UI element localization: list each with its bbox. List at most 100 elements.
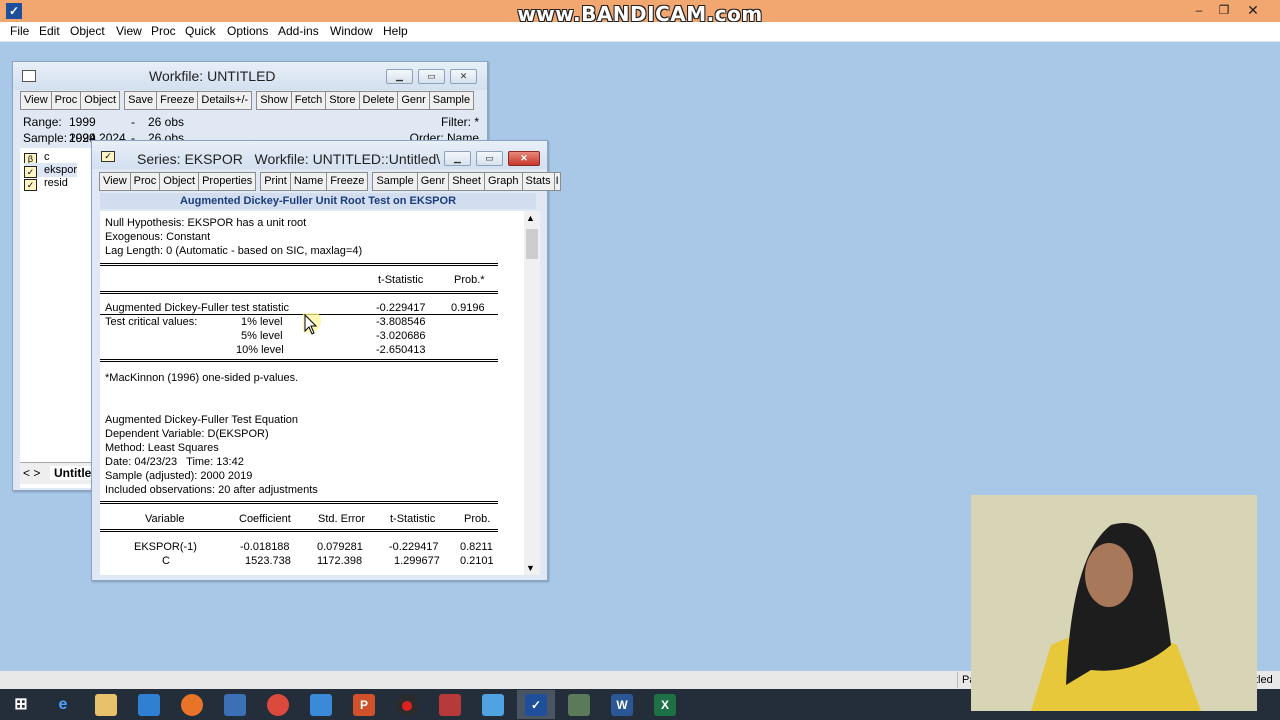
chrome-icon[interactable] [267, 694, 289, 716]
s-object-button[interactable]: Object [159, 172, 200, 191]
eviews-icon[interactable]: ✓ [525, 694, 547, 716]
workfile-maximize-button[interactable]: ▭ [418, 69, 445, 84]
workfile-toolbar: View Proc Object Save Freeze Details+/- … [20, 91, 475, 110]
s-print-button[interactable]: Print [260, 172, 291, 191]
wf-delete-button[interactable]: Delete [358, 91, 399, 110]
reg-cell: -0.229417 [389, 541, 439, 553]
adf-label: Augmented Dickey-Fuller test statistic [105, 302, 290, 314]
object-ekspor[interactable]: ✓ ekspor [24, 163, 78, 178]
app-icon[interactable] [482, 694, 504, 716]
sample-label: Sample: [23, 131, 68, 145]
s-sheet-button[interactable]: Sheet [448, 172, 485, 191]
series-minimize-button[interactable]: ▁ [444, 151, 471, 166]
file-explorer-icon[interactable] [95, 694, 117, 716]
wf-fetch-button[interactable]: Fetch [290, 91, 327, 110]
reg-header-tstat: t-Statistic [390, 513, 436, 525]
menubar: File Edit Object View Proc Quick Options… [0, 22, 1280, 42]
workfile-page-tabs: < > Untitled [20, 462, 103, 484]
range-obs: 26 obs [148, 115, 185, 129]
range-label: Range: [23, 115, 62, 129]
app-icon[interactable] [138, 694, 160, 716]
app-icon[interactable] [310, 694, 332, 716]
app-icon[interactable] [224, 694, 246, 716]
series-maximize-button[interactable]: ▭ [476, 151, 503, 166]
series-titlebar[interactable]: ✓ Series: EKSPOR Workfile: UNTITLED::Unt… [92, 141, 547, 169]
menu-window[interactable]: Window [330, 24, 373, 38]
wf-show-button[interactable]: Show [256, 91, 292, 110]
internet-explorer-icon[interactable]: e [52, 694, 74, 716]
s-properties-button[interactable]: Properties [198, 172, 257, 191]
workfile-close-button[interactable]: ✕ [450, 69, 477, 84]
s-freeze-button[interactable]: Freeze [326, 172, 369, 191]
s-graph-button[interactable]: Graph [483, 172, 523, 191]
wf-freeze-button[interactable]: Freeze [156, 91, 199, 110]
reg-header-prob: Prob. [464, 513, 491, 525]
menu-addins[interactable]: Add-ins [278, 24, 319, 38]
s-sample-button[interactable]: Sample [372, 172, 418, 191]
webcam-overlay [971, 495, 1257, 711]
s-name-button[interactable]: Name [289, 172, 328, 191]
app-icon[interactable] [439, 694, 461, 716]
object-name: ekspor [44, 164, 78, 176]
mouse-cursor-icon [303, 313, 321, 335]
menu-view[interactable]: View [116, 24, 142, 38]
reg-cell: -0.018188 [240, 541, 290, 553]
vertical-scrollbar[interactable]: ▲ ▼ [524, 211, 540, 575]
s-genr-button[interactable]: Genr [416, 172, 450, 191]
workfile-title: Workfile: UNTITLED [149, 68, 276, 84]
workfile-titlebar[interactable]: Workfile: UNTITLED ▁ ▭ ✕ [13, 62, 487, 90]
app-close-button[interactable]: ✕ [1240, 0, 1266, 20]
series-icon: ✓ [101, 151, 115, 162]
scroll-thumb[interactable] [526, 229, 538, 259]
workfile-icon [22, 70, 36, 82]
wf-store-button[interactable]: Store [325, 91, 360, 110]
menu-edit[interactable]: Edit [39, 24, 60, 38]
wf-genr-button[interactable]: Genr [397, 91, 430, 110]
wf-save-button[interactable]: Save [124, 91, 158, 110]
excel-icon[interactable]: X [654, 694, 676, 716]
workfile-object-list: βc ✓ ekspor ✓ resid [20, 148, 94, 488]
series-title: Series: EKSPOR Workfile: UNTITLED::Untit… [137, 151, 441, 167]
wf-object-button[interactable]: Object [80, 91, 121, 110]
menu-object[interactable]: Object [70, 24, 105, 38]
windows-start-icon[interactable]: ⊞ [10, 694, 32, 716]
menu-options[interactable]: Options [227, 24, 268, 38]
wf-details-button[interactable]: Details+/- [197, 91, 253, 110]
bandicam-icon[interactable] [396, 694, 418, 716]
footnote: *MacKinnon (1996) one-sided p-values. [105, 372, 299, 384]
divider [100, 501, 498, 504]
word-icon[interactable]: W [611, 694, 633, 716]
menu-file[interactable]: File [10, 24, 29, 38]
wf-sample-button[interactable]: Sample [428, 91, 475, 110]
series-close-button[interactable]: ✕ [508, 151, 540, 166]
s-stats-button[interactable]: Stats [521, 172, 555, 191]
app-icon[interactable] [568, 694, 590, 716]
null-hypothesis: Null Hypothesis: EKSPOR has a unit root [105, 217, 307, 229]
scroll-down-icon[interactable]: ▼ [526, 563, 535, 573]
app-restore-button[interactable]: ❐ [1213, 0, 1235, 20]
scroll-up-icon[interactable]: ▲ [526, 213, 535, 223]
s-ident-button[interactable]: I [553, 172, 561, 191]
s-proc-button[interactable]: Proc [129, 172, 161, 191]
s-view-button[interactable]: View [99, 172, 131, 191]
reg-header-variable: Variable [145, 513, 185, 525]
menu-proc[interactable]: Proc [151, 24, 176, 38]
object-name: resid [44, 177, 68, 189]
tab-nav-arrows[interactable]: < > [23, 466, 40, 480]
adf-tstat: -0.229417 [376, 302, 426, 314]
object-resid[interactable]: ✓ resid [24, 176, 68, 191]
method: Method: Least Squares [105, 442, 219, 454]
object-name: c [44, 151, 50, 163]
firefox-icon[interactable] [181, 694, 203, 716]
app-minimize-button[interactable]: – [1188, 0, 1210, 20]
object-c[interactable]: βc [24, 150, 50, 165]
crit-label: Test critical values: [105, 316, 198, 328]
series-icon: ✓ [24, 179, 37, 191]
wf-view-button[interactable]: View [20, 91, 52, 110]
wf-proc-button[interactable]: Proc [50, 91, 82, 110]
workfile-minimize-button[interactable]: ▁ [386, 69, 413, 84]
powerpoint-icon[interactable]: P [353, 694, 375, 716]
menu-quick[interactable]: Quick [185, 24, 216, 38]
menu-help[interactable]: Help [383, 24, 408, 38]
exogenous: Exogenous: Constant [105, 231, 211, 243]
